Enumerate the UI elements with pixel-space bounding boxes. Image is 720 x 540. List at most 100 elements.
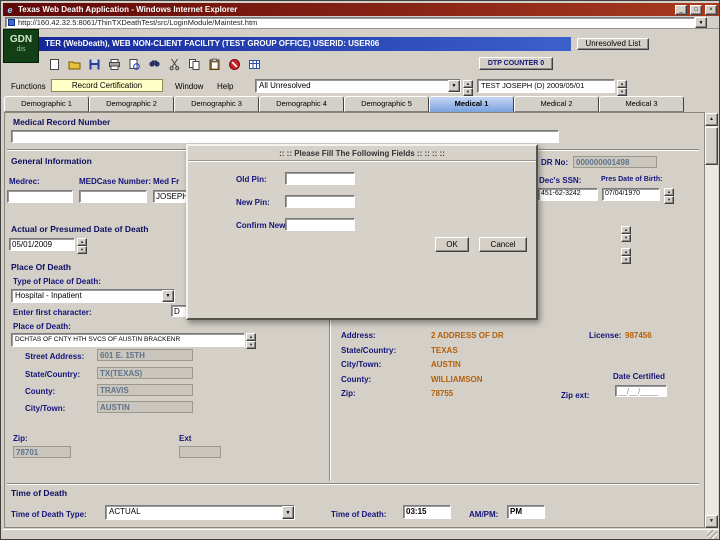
spin-down-icon[interactable]: ▼ <box>77 246 87 254</box>
spin-down-icon[interactable]: ▼ <box>664 196 674 204</box>
stop-icon[interactable] <box>225 56 244 73</box>
spin-down-icon[interactable]: ▼ <box>621 256 631 264</box>
current-record-field[interactable]: TEST JOSEPH (D) 2009/05/01 <box>477 79 615 93</box>
menu-window[interactable]: Window <box>175 82 203 91</box>
app-logo-text: GDN <box>9 34 33 45</box>
ssn-label: Dec's SSN: <box>539 176 582 185</box>
menu-record-certification[interactable]: Record Certification <box>51 79 163 92</box>
new-pin-input[interactable] <box>285 195 355 208</box>
ok-button[interactable]: OK <box>435 237 469 252</box>
cancel-button[interactable]: Cancel <box>479 237 527 252</box>
dropdown-arrow-icon[interactable]: ▼ <box>162 290 174 302</box>
tab-demographic-4[interactable]: Demographic 4 <box>259 96 344 112</box>
menu-help[interactable]: Help <box>217 82 233 91</box>
tab-demographic-1[interactable]: Demographic 1 <box>4 96 89 112</box>
spin-up-icon[interactable]: ▲ <box>621 226 631 234</box>
record-spinner[interactable]: ▲ ▼ <box>617 80 627 96</box>
medical-record-number-label: Medical Record Number <box>13 117 111 127</box>
spin-down-icon[interactable]: ▼ <box>246 341 256 349</box>
save-icon[interactable] <box>85 56 104 73</box>
open-folder-icon[interactable] <box>65 56 84 73</box>
maximize-button[interactable]: □ <box>690 4 702 15</box>
spin-up-icon[interactable]: ▲ <box>463 80 473 88</box>
license-label: License: <box>589 331 622 340</box>
right-field-spinner[interactable]: ▲ ▼ <box>621 248 631 264</box>
tod-type-select[interactable]: ACTUAL ▼ <box>105 505 295 520</box>
address-dropdown-arrow-icon[interactable]: ▼ <box>695 17 707 28</box>
copy-icon[interactable] <box>185 56 204 73</box>
medrec-input[interactable] <box>7 190 73 203</box>
tod-type-label: Time of Death Type: <box>11 510 87 519</box>
address-input[interactable]: http://160.42.32.5:8061/ThinTXDeathTest/… <box>5 17 695 28</box>
spin-down-icon[interactable]: ▼ <box>621 234 631 242</box>
scroll-up-icon[interactable]: ▲ <box>705 113 718 126</box>
menu-functions[interactable]: Functions <box>11 82 46 91</box>
ssn-value-field[interactable]: 451-62-3242 <box>538 188 598 201</box>
section-divider <box>7 483 699 485</box>
new-document-icon[interactable] <box>45 56 64 73</box>
date-of-death-input[interactable]: 05/01/2009 <box>9 238 75 251</box>
dropdown-arrow-icon[interactable]: ▼ <box>282 506 294 519</box>
close-button[interactable]: × <box>705 4 717 15</box>
print-preview-icon[interactable] <box>125 56 144 73</box>
cert-address-value: 2 ADDRESS OF DR <box>431 331 504 340</box>
pin-dialog: :: :: Please Fill The Following Fields :… <box>186 144 538 320</box>
unresolved-list-button[interactable]: Unresolved List <box>577 38 649 50</box>
cert-county-label: County: <box>341 375 372 384</box>
unresolved-filter-select[interactable]: All Unresolved ▼ <box>255 79 461 93</box>
ie-window: e Texas Web Death Application - Windows … <box>0 0 720 540</box>
cert-zip-label: Zip: <box>341 389 356 398</box>
spin-up-icon[interactable]: ▲ <box>246 333 256 341</box>
old-pin-input[interactable] <box>285 172 355 185</box>
city-value: AUSTIN <box>97 401 193 413</box>
place-type-select[interactable]: Hospital - Inpatient ▼ <box>11 289 175 303</box>
spin-up-icon[interactable]: ▲ <box>621 248 631 256</box>
tab-demographic-2[interactable]: Demographic 2 <box>89 96 174 112</box>
spin-down-icon[interactable]: ▼ <box>617 88 627 96</box>
spin-up-icon[interactable]: ▲ <box>617 80 627 88</box>
medcase-input[interactable] <box>79 190 147 203</box>
spin-up-icon[interactable]: ▲ <box>77 238 87 246</box>
tab-medical-2[interactable]: Medical 2 <box>514 96 599 112</box>
filter-dropdown-arrow-icon[interactable]: ▼ <box>448 80 460 92</box>
tod-input[interactable]: 03:15 <box>403 505 451 519</box>
tod-label: Time of Death: <box>331 510 387 519</box>
find-icon[interactable] <box>145 56 164 73</box>
medical-record-number-input[interactable] <box>11 130 559 143</box>
dob-label: Pres Date of Birth: <box>601 176 663 183</box>
zip-ext-value <box>179 446 221 458</box>
scrollbar-thumb[interactable] <box>705 127 718 165</box>
old-pin-label: Old Pin: <box>236 175 267 184</box>
print-icon[interactable] <box>105 56 124 73</box>
place-name-select[interactable]: DCHTAS OF CNTY HTH SVCS OF AUSTIN BRACKE… <box>11 333 245 347</box>
dob-spinner[interactable]: ▲ ▼ <box>664 188 674 204</box>
cert-state-label: State/Country: <box>341 346 397 355</box>
ampm-input[interactable]: PM <box>507 505 545 519</box>
spin-up-icon[interactable]: ▲ <box>664 188 674 196</box>
place-name-label: Place of Death: <box>13 322 71 331</box>
vertical-scrollbar[interactable]: ▲ ▼ <box>705 113 718 528</box>
place-spinner[interactable]: ▲ ▼ <box>246 333 256 349</box>
filter-spinner[interactable]: ▲ ▼ <box>463 80 473 96</box>
right-field-spinner[interactable]: ▲ ▼ <box>621 226 631 242</box>
scroll-down-icon[interactable]: ▼ <box>705 515 718 528</box>
medrec-label: Medrec: <box>9 177 40 186</box>
medcase-label: MEDCase Number: <box>79 177 152 186</box>
county-value: TRAVIS <box>97 384 193 396</box>
window-titlebar: e Texas Web Death Application - Windows … <box>3 3 719 16</box>
tab-demographic-5[interactable]: Demographic 5 <box>344 96 429 112</box>
tab-medical-3[interactable]: Medical 3 <box>599 96 684 112</box>
spin-down-icon[interactable]: ▼ <box>463 88 473 96</box>
cut-icon[interactable] <box>165 56 184 73</box>
tab-medical-1[interactable]: Medical 1 <box>429 96 514 112</box>
table-icon[interactable] <box>245 56 264 73</box>
date-of-death-spinner[interactable]: ▲ ▼ <box>77 238 87 254</box>
paste-icon[interactable] <box>205 56 224 73</box>
zip-label: Zip: <box>13 434 28 443</box>
dob-value-field[interactable]: 07/04/1970 <box>602 188 660 201</box>
minimize-button[interactable]: _ <box>675 4 687 15</box>
resize-grip[interactable] <box>707 530 717 539</box>
date-certified-input[interactable]: __/__/____ <box>615 385 667 397</box>
confirm-pin-input[interactable] <box>285 218 355 231</box>
tab-demographic-3[interactable]: Demographic 3 <box>174 96 259 112</box>
